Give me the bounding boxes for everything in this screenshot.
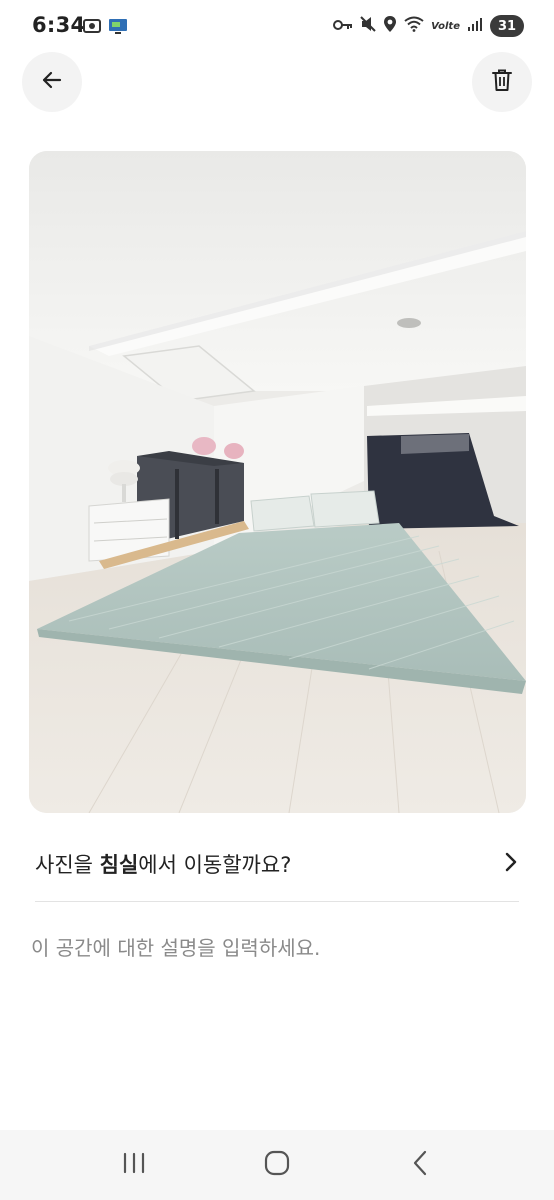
home-icon xyxy=(263,1149,291,1181)
home-button[interactable] xyxy=(247,1140,307,1190)
system-nav-bar xyxy=(0,1130,554,1200)
move-room-text: 사진을 침실에서 이동할까요? xyxy=(35,849,291,879)
back-nav-button[interactable] xyxy=(390,1140,450,1190)
camera-icon xyxy=(82,16,102,40)
arrow-left-icon xyxy=(40,68,64,96)
location-icon xyxy=(383,15,397,37)
delete-button[interactable] xyxy=(472,52,532,112)
back-nav-icon xyxy=(411,1149,429,1181)
trash-icon xyxy=(491,68,513,96)
network-label: Volte xyxy=(431,20,460,32)
move-prefix: 사진을 xyxy=(35,853,100,877)
mute-icon xyxy=(360,15,376,37)
move-room-row[interactable]: 사진을 침실에서 이동할까요? xyxy=(35,836,519,892)
status-right-icons: Volte 31 xyxy=(333,15,524,37)
status-time: 6:34 xyxy=(32,13,86,37)
battery-icon: 31 xyxy=(490,15,524,37)
room-photo xyxy=(29,151,526,813)
chevron-right-icon xyxy=(503,850,519,878)
recent-apps-button[interactable] xyxy=(104,1140,164,1190)
signal-icon xyxy=(467,16,483,36)
back-button[interactable] xyxy=(22,52,82,112)
screen-share-icon xyxy=(107,16,129,40)
wifi-icon xyxy=(404,16,424,36)
status-left-icons xyxy=(82,16,129,40)
status-bar: 6:34 Volte 31 xyxy=(0,0,554,54)
room-name: 침실 xyxy=(99,853,139,877)
vpn-key-icon xyxy=(333,17,353,36)
recent-apps-icon xyxy=(121,1151,147,1179)
description-input[interactable] xyxy=(31,928,521,968)
move-suffix: 에서 이동할까요? xyxy=(138,853,292,877)
divider xyxy=(35,901,519,902)
